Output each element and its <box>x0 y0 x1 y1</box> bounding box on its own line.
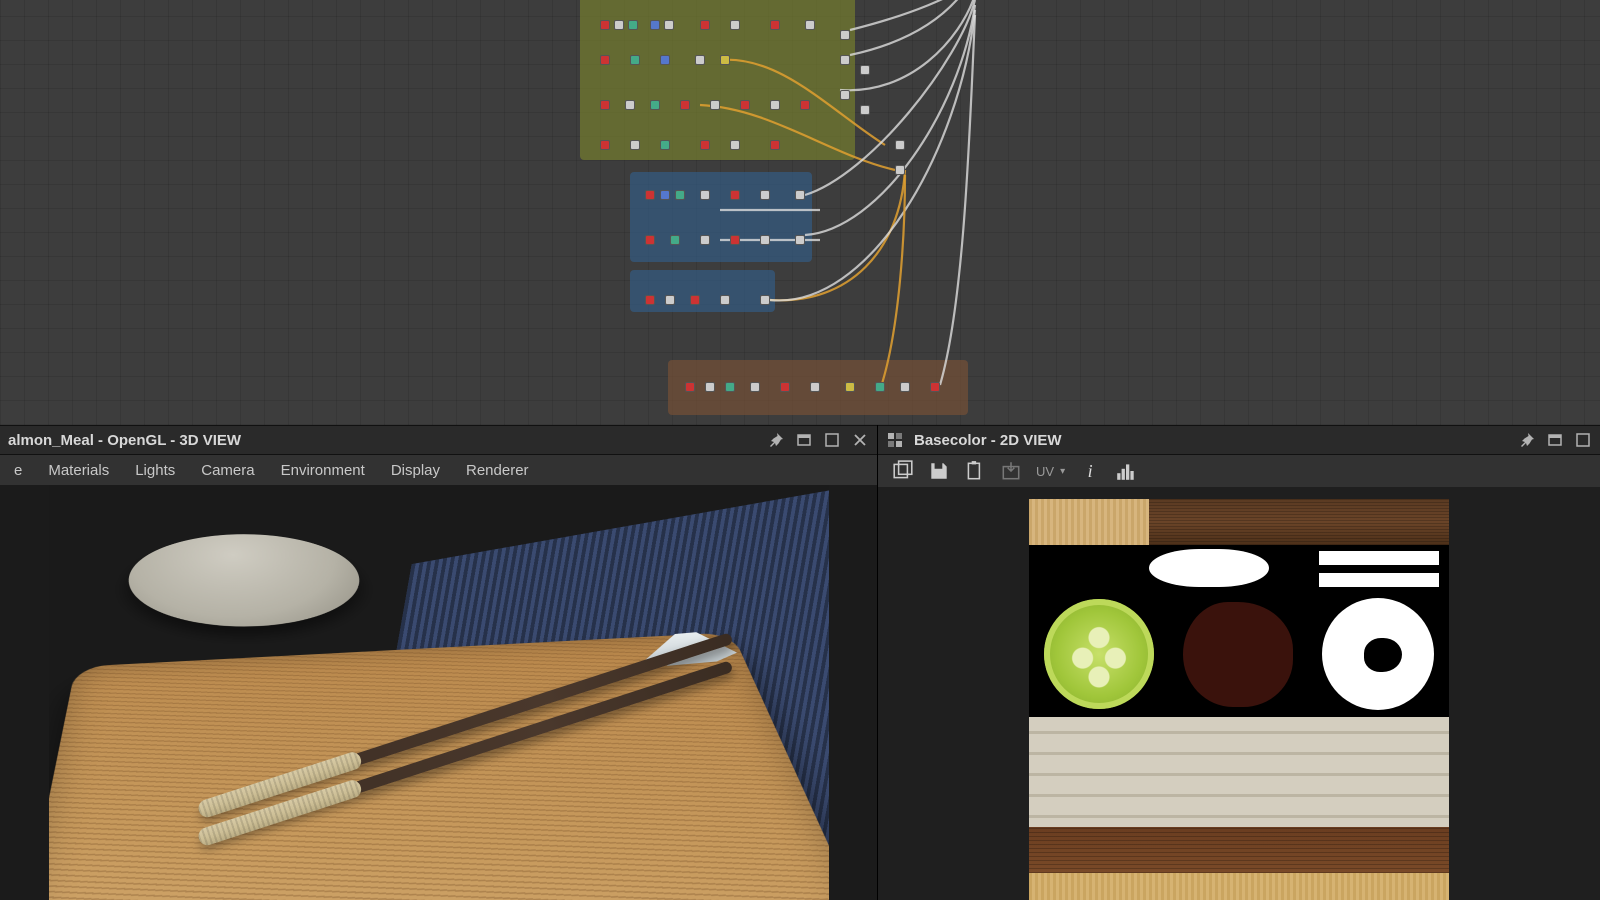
panel-3d-view: almon_Meal - OpenGL - 3D VIEW e Material… <box>0 425 878 900</box>
node-frame[interactable] <box>630 172 812 262</box>
window-icon[interactable] <box>795 431 813 449</box>
uv-label[interactable]: UV <box>1036 464 1054 479</box>
node-frame[interactable] <box>630 270 775 312</box>
panel-title: Basecolor - 2D VIEW <box>914 432 1508 449</box>
menu-item[interactable]: Renderer <box>466 462 529 479</box>
menu-item[interactable]: Materials <box>48 462 109 479</box>
menu-item[interactable]: e <box>14 462 22 479</box>
paste-icon[interactable] <box>964 460 986 482</box>
texture-atlas <box>1029 499 1449 900</box>
toolbar-2d: UV ▾ i <box>878 455 1600 487</box>
node-graph-viewport[interactable] <box>0 0 1600 425</box>
menu-bar-3d: e Materials Lights Camera Environment Di… <box>0 455 877 485</box>
pin-icon[interactable] <box>1518 431 1536 449</box>
menu-item[interactable]: Camera <box>201 462 254 479</box>
panel-type-icon[interactable] <box>886 431 904 449</box>
maximize-icon[interactable] <box>1574 431 1592 449</box>
scene-bowl <box>119 534 367 626</box>
panel-header-2d: Basecolor - 2D VIEW <box>878 425 1600 455</box>
viewport-3d[interactable] <box>0 485 877 900</box>
panel-title: almon_Meal - OpenGL - 3D VIEW <box>8 432 757 449</box>
panel-2d-view: Basecolor - 2D VIEW UV ▾ i <box>878 425 1600 900</box>
menu-item[interactable]: Display <box>391 462 440 479</box>
chevron-down-icon[interactable]: ▾ <box>1060 466 1065 477</box>
viewport-2d[interactable] <box>878 487 1600 900</box>
save-in-folders-icon[interactable] <box>892 460 914 482</box>
menu-item[interactable]: Environment <box>281 462 365 479</box>
histogram-icon[interactable] <box>1115 460 1137 482</box>
save-icon[interactable] <box>928 460 950 482</box>
export-icon[interactable] <box>1000 460 1022 482</box>
pin-icon[interactable] <box>767 431 785 449</box>
panel-header-3d: almon_Meal - OpenGL - 3D VIEW <box>0 425 877 455</box>
info-icon[interactable]: i <box>1079 460 1101 482</box>
window-icon[interactable] <box>1546 431 1564 449</box>
close-icon[interactable] <box>851 431 869 449</box>
menu-item[interactable]: Lights <box>135 462 175 479</box>
maximize-icon[interactable] <box>823 431 841 449</box>
